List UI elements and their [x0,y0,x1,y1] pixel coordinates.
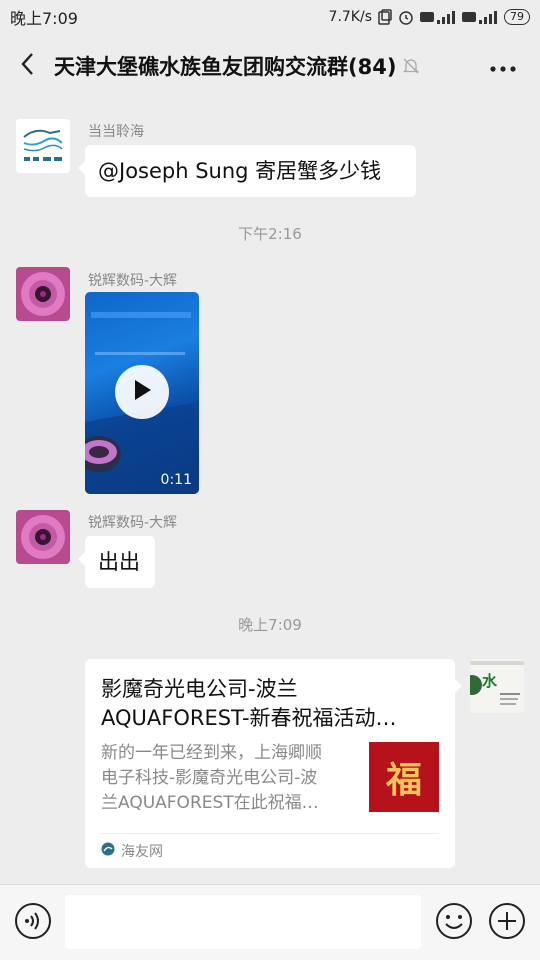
play-button[interactable] [115,365,169,419]
card-desc-line: 兰AQUAFOREST在此祝福… [101,793,319,813]
emoji-button[interactable] [435,902,473,944]
avatar-photo-icon [16,267,70,321]
avatar[interactable] [16,510,70,564]
self-avatar[interactable]: 水 [470,659,524,713]
network-speed: 7.7K/s [328,9,372,25]
back-arrow-icon [20,52,34,80]
video-message[interactable]: 0:11 [85,292,199,494]
card-thumbnail: 福 [369,742,439,812]
input-bar [0,884,540,960]
message-bubble[interactable]: 出出 [78,536,155,588]
card-title-line: 影魔奇光电公司-波兰 [101,677,298,701]
back-button[interactable] [0,34,54,98]
card-description: 新的一年已经到来，上海卿顺 电子科技-影魔奇光电公司-波 兰AQUAFOREST… [101,741,355,816]
sender-name: 当当聆海 [88,124,144,140]
card-source: 海友网 [101,833,439,868]
card-desc-line: 新的一年已经到来，上海卿顺 [101,743,322,763]
chat-header: 天津大堡礁水族鱼友团购交流群(84) [0,34,540,98]
play-icon [132,379,152,405]
source-logo-icon [101,842,115,860]
status-time: 晚上7:09 [10,9,78,28]
chat-timestamp: 下午2:16 [238,225,302,243]
plus-icon [488,902,526,944]
sim-icon [378,9,392,25]
video-duration: 0:11 [160,472,192,488]
card-title-line: AQUAFOREST-新春祝福活动… [101,706,397,730]
card-desc-line: 电子科技-影魔奇光电公司-波 [101,768,318,788]
avatar-photo-icon [16,510,70,564]
message-bubble[interactable]: @Joseph Sung 寄居蟹多少钱 [78,145,416,197]
avatar-logo-icon [16,119,70,173]
voice-button[interactable] [14,902,52,944]
avatar-character: 水 [482,672,498,690]
fu-character: 福 [385,760,422,801]
emoji-icon [435,902,473,944]
avatar[interactable] [16,267,70,321]
signal-icon [420,9,456,25]
status-bar: 晚上7:09 7.7K/s 79 [0,0,540,34]
avatar[interactable] [16,119,70,173]
share-link-card[interactable]: 影魔奇光电公司-波兰 AQUAFOREST-新春祝福活动… 新的一年已经到来，上… [85,659,462,868]
chat-title: 天津大堡礁水族鱼友团购交流群(84) [54,55,397,79]
sender-name: 锐辉数码-大辉 [88,273,178,289]
mute-bell-icon [402,57,420,75]
voice-icon [14,902,52,944]
more-dots-icon [490,57,516,76]
source-name: 海友网 [121,844,163,860]
more-button[interactable] [488,52,518,80]
status-icons: 7.7K/s 79 [329,9,530,25]
signal-icon-2 [462,9,498,25]
alarm-icon [398,9,414,25]
sender-name: 锐辉数码-大辉 [88,515,178,531]
chat-timestamp: 晚上7:09 [238,616,302,634]
battery-indicator: 79 [504,9,530,25]
card-title: 影魔奇光电公司-波兰 AQUAFOREST-新春祝福活动… [101,675,439,733]
more-functions-button[interactable] [488,902,526,944]
message-input[interactable] [65,895,421,949]
